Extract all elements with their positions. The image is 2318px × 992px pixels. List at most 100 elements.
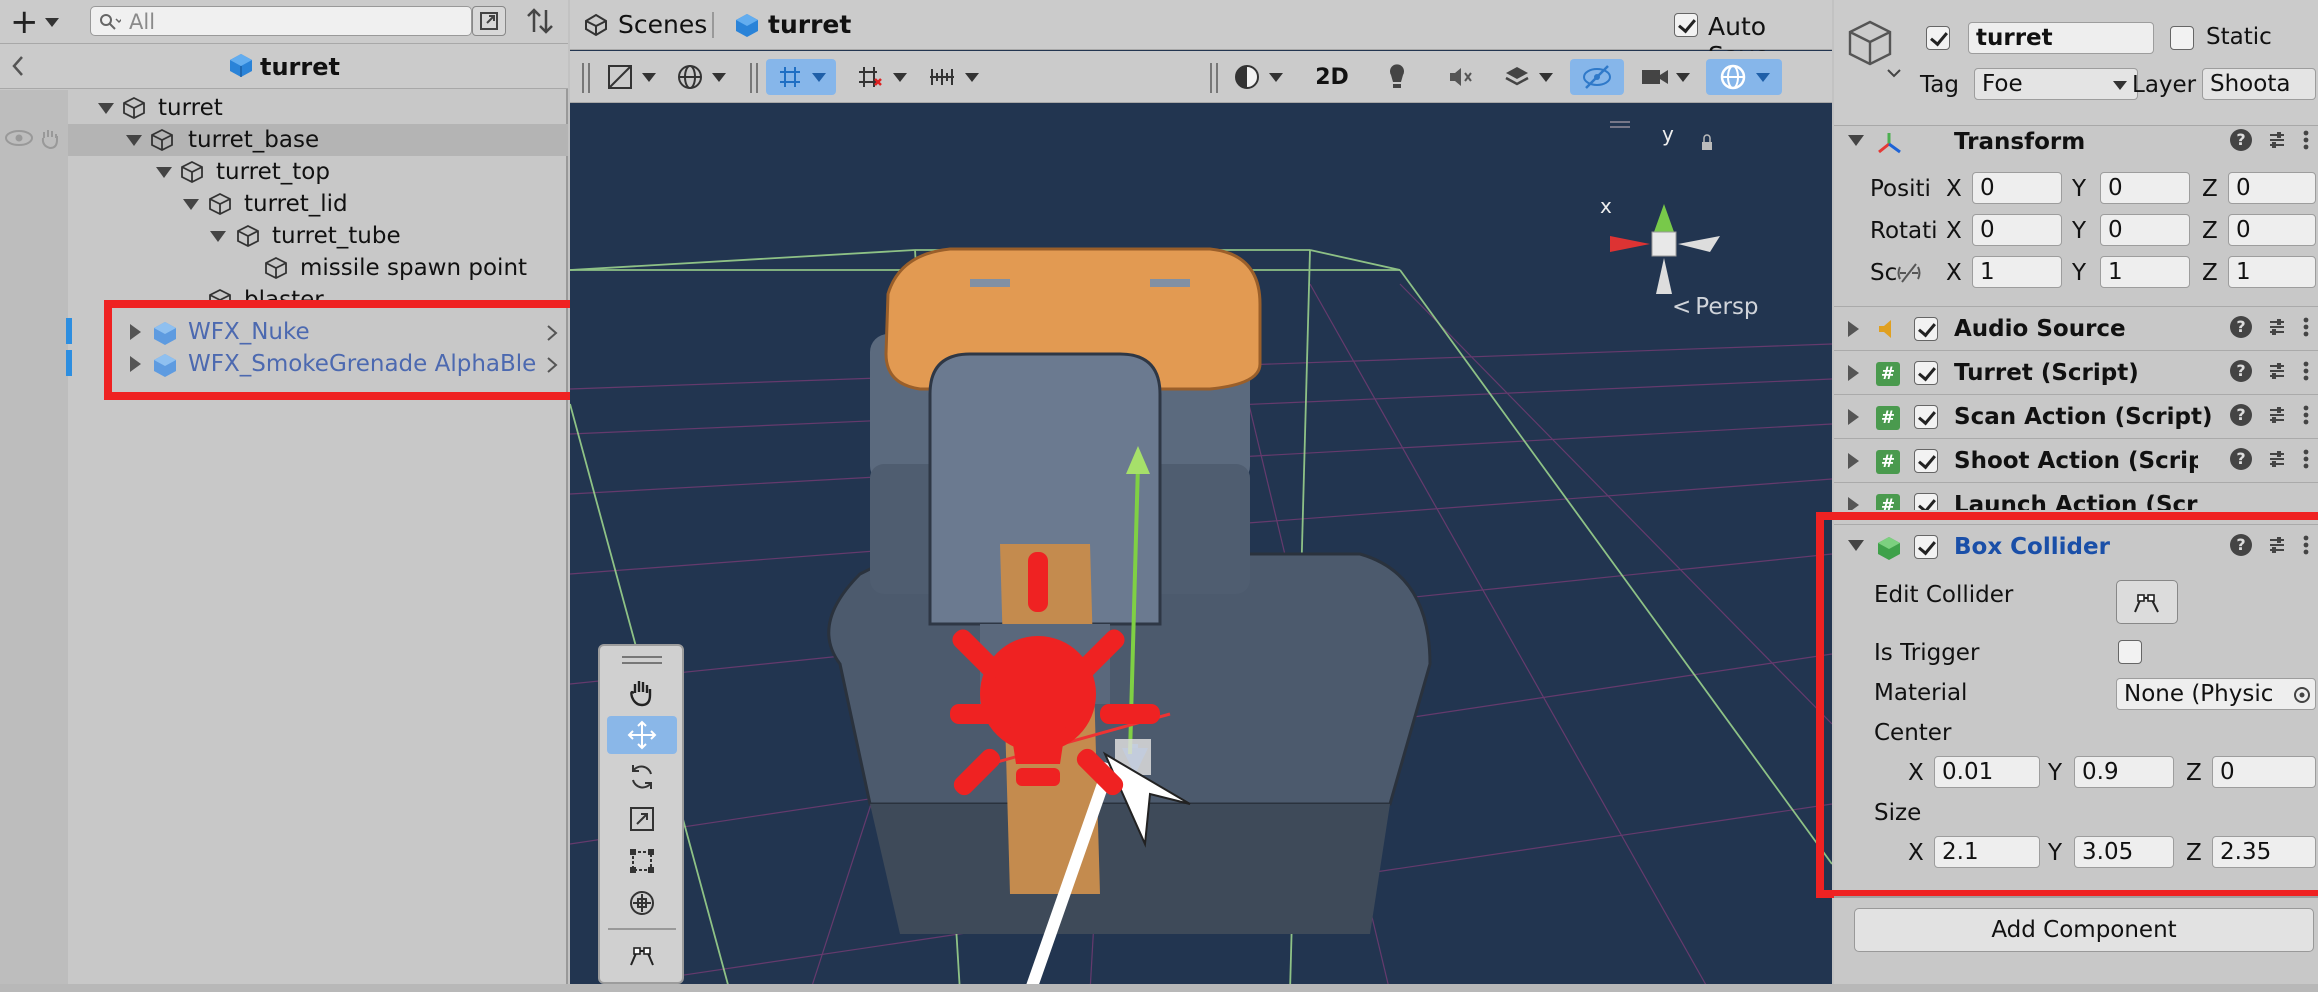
rect-tool-button[interactable] — [607, 842, 677, 880]
scale-z-field[interactable]: 1 — [2228, 256, 2316, 288]
tag-dropdown[interactable]: Foe — [1974, 68, 2138, 100]
help-icon[interactable]: ? — [2230, 129, 2252, 151]
scale-label: Sc — [1870, 260, 1898, 286]
active-checkbox[interactable] — [1926, 26, 1950, 50]
scan-action-header[interactable]: # Scan Action (Script) ? — [1834, 394, 2318, 438]
static-checkbox[interactable] — [2170, 26, 2194, 50]
foldout-expanded-icon[interactable] — [1848, 135, 1864, 146]
camera-dropdown[interactable] — [1632, 59, 1698, 95]
launch-action-enabled-checkbox[interactable] — [1914, 493, 1938, 510]
effects-dropdown[interactable] — [1496, 59, 1560, 95]
foldout-expanded-icon[interactable] — [126, 135, 142, 146]
move-tool-button[interactable] — [607, 716, 677, 754]
transform-header[interactable]: Transform ? — [1834, 120, 2318, 164]
audio-source-enabled-checkbox[interactable] — [1914, 317, 1938, 341]
scale-y-field[interactable]: 1 — [2100, 256, 2190, 288]
foldout-expanded-icon[interactable] — [210, 231, 226, 242]
help-icon[interactable]: ? — [2230, 360, 2252, 382]
hierarchy-search-input[interactable]: All — [90, 6, 472, 36]
position-y-field[interactable]: 0 — [2100, 172, 2190, 204]
rotation-z-field[interactable]: 0 — [2228, 214, 2316, 246]
shoot-action-enabled-checkbox[interactable] — [1914, 449, 1938, 473]
hierarchy-item[interactable]: turret — [68, 92, 568, 124]
foldout-collapsed-icon[interactable] — [1848, 365, 1859, 381]
scale-x-field[interactable]: 1 — [1972, 256, 2062, 288]
tab-prefab[interactable]: turret — [734, 10, 851, 39]
presets-icon[interactable] — [2266, 360, 2288, 382]
foldout-expanded-icon[interactable] — [98, 103, 114, 114]
help-icon[interactable]: ? — [2230, 448, 2252, 470]
edit-collider-icon — [630, 947, 654, 966]
presets-icon[interactable] — [2266, 448, 2288, 470]
pickability-hand-icon[interactable] — [38, 126, 62, 150]
hierarchy-item[interactable]: missile spawn point — [68, 252, 568, 284]
shading-mode-dropdown[interactable] — [1226, 59, 1290, 95]
position-z-field[interactable]: 0 — [2228, 172, 2316, 204]
foldout-expanded-icon[interactable] — [156, 167, 172, 178]
scale-tool-button[interactable] — [607, 800, 677, 838]
hierarchy-item-label: turret_top — [216, 159, 330, 185]
turret-script-enabled-checkbox[interactable] — [1914, 361, 1938, 385]
kebab-menu-icon[interactable] — [2302, 404, 2310, 426]
presets-icon[interactable] — [2266, 316, 2288, 338]
edit-collider-tool-button[interactable] — [607, 936, 677, 974]
foldout-collapsed-icon[interactable] — [1848, 497, 1859, 510]
audio-source-header[interactable]: Audio Source ? — [1834, 306, 2318, 350]
hierarchy-item[interactable]: turret_tube — [68, 220, 568, 252]
increment-snap-dropdown[interactable] — [848, 59, 914, 95]
foldout-collapsed-icon[interactable] — [1848, 321, 1859, 337]
lighting-toggle[interactable] — [1370, 59, 1424, 95]
render-mode-dropdown[interactable] — [670, 59, 732, 95]
sort-button[interactable] — [524, 6, 558, 38]
grid-snapping-toggle[interactable] — [766, 59, 836, 95]
kebab-menu-icon[interactable] — [2302, 360, 2310, 382]
hand-tool-button[interactable] — [607, 674, 677, 712]
transform-tool-button[interactable] — [607, 884, 677, 922]
foldout-collapsed-icon[interactable] — [1848, 409, 1859, 425]
create-button[interactable]: + — [10, 2, 60, 42]
overlay-grip[interactable] — [622, 656, 662, 664]
draw-mode-dropdown[interactable] — [600, 59, 662, 95]
gameobject-cube-icon — [265, 256, 287, 280]
scene-viewport[interactable]: y x < Persp — [570, 104, 1832, 992]
help-icon[interactable]: ? — [2230, 404, 2252, 426]
layer-dropdown[interactable]: Shoota — [2202, 68, 2316, 100]
scale-icon — [630, 807, 654, 831]
add-component-button[interactable]: Add Component — [1854, 908, 2314, 952]
position-x-field[interactable]: 0 — [1972, 172, 2062, 204]
projection-toggle[interactable]: < Persp — [1672, 294, 1759, 320]
hierarchy-toolbar: + All — [0, 0, 568, 44]
hierarchy-item[interactable]: turret_top — [68, 156, 568, 188]
rotation-x-field[interactable]: 0 — [1972, 214, 2062, 246]
shoot-action-header[interactable]: # Shoot Action (Script) ? — [1834, 438, 2318, 482]
auto-save-checkbox[interactable] — [1674, 13, 1698, 37]
search-by-type-button[interactable] — [472, 6, 506, 36]
audio-toggle[interactable] — [1434, 59, 1488, 95]
shading-sphere-icon — [1235, 65, 1259, 89]
foldout-collapsed-icon[interactable] — [1848, 453, 1859, 469]
scan-action-enabled-checkbox[interactable] — [1914, 405, 1938, 429]
chevron-down-icon — [2113, 81, 2127, 90]
rotation-y-field[interactable]: 0 — [2100, 214, 2190, 246]
visibility-eye-icon[interactable] — [4, 128, 34, 148]
launch-action-header[interactable]: # Launch Action (Script) — [1834, 482, 2318, 510]
2d-toggle-button[interactable]: 2D — [1304, 59, 1360, 95]
object-name-field[interactable]: turret — [1968, 22, 2154, 54]
mute-icon — [1450, 68, 1472, 86]
hierarchy-item-selected[interactable]: turret_base — [68, 124, 568, 156]
help-icon[interactable]: ? — [2230, 316, 2252, 338]
turret-script-header[interactable]: # Turret (Script) ? — [1834, 350, 2318, 394]
kebab-menu-icon[interactable] — [2302, 129, 2310, 151]
gizmos-dropdown[interactable] — [1706, 59, 1782, 95]
rotate-tool-button[interactable] — [607, 758, 677, 796]
ruler-snap-dropdown[interactable] — [920, 59, 986, 95]
presets-icon[interactable] — [2266, 404, 2288, 426]
foldout-expanded-icon[interactable] — [183, 199, 199, 210]
hidden-objects-toggle[interactable] — [1570, 59, 1624, 95]
hierarchy-item[interactable]: turret_lid — [68, 188, 568, 220]
kebab-menu-icon[interactable] — [2302, 448, 2310, 470]
tab-scenes[interactable]: Scenes — [584, 10, 707, 39]
presets-icon[interactable] — [2266, 129, 2288, 151]
kebab-menu-icon[interactable] — [2302, 316, 2310, 338]
constrain-proportions-icon[interactable] — [1896, 262, 1922, 284]
